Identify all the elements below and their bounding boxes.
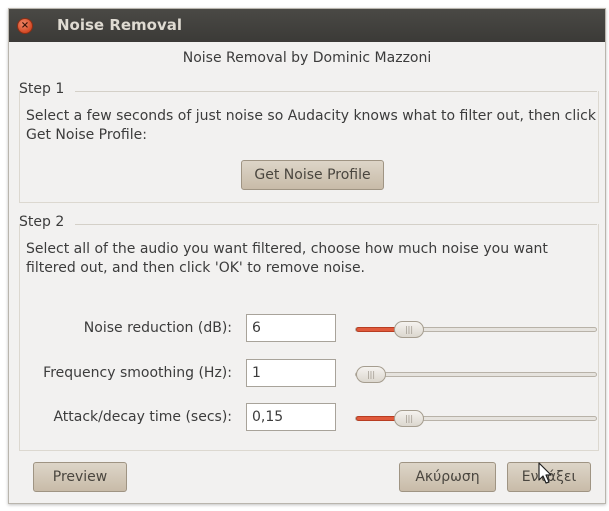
noise-reduction-slider-thumb[interactable]: ||| [394,321,424,338]
cancel-button[interactable]: Ακύρωση [399,462,496,492]
frequency-smoothing-slider[interactable]: ||| [355,366,597,383]
title-bar: × Noise Removal [9,9,605,42]
preview-button[interactable]: Preview [33,462,127,492]
attack-decay-label: Attack/decay time (secs): [53,409,232,425]
mouse-cursor-icon [538,462,552,484]
attack-decay-field[interactable]: 0,15 [246,403,336,431]
window-title: Noise Removal [57,16,183,34]
attack-decay-slider-thumb[interactable]: ||| [394,410,424,427]
frequency-smoothing-label: Frequency smoothing (Hz): [43,365,232,381]
attack-decay-slider[interactable]: ||| [355,410,597,427]
frequency-smoothing-field[interactable]: 1 [246,359,336,387]
noise-reduction-label: Noise reduction (dB): [83,320,232,336]
frequency-smoothing-slider-thumb[interactable]: ||| [356,366,386,383]
close-icon[interactable]: × [17,18,33,34]
noise-removal-dialog: × Noise Removal Noise Removal by Dominic… [8,8,606,504]
noise-reduction-field[interactable]: 6 [246,314,336,342]
step1-group-box [19,91,599,203]
dialog-subtitle: Noise Removal by Dominic Mazzoni [182,50,432,66]
noise-reduction-slider[interactable]: ||| [355,321,597,338]
